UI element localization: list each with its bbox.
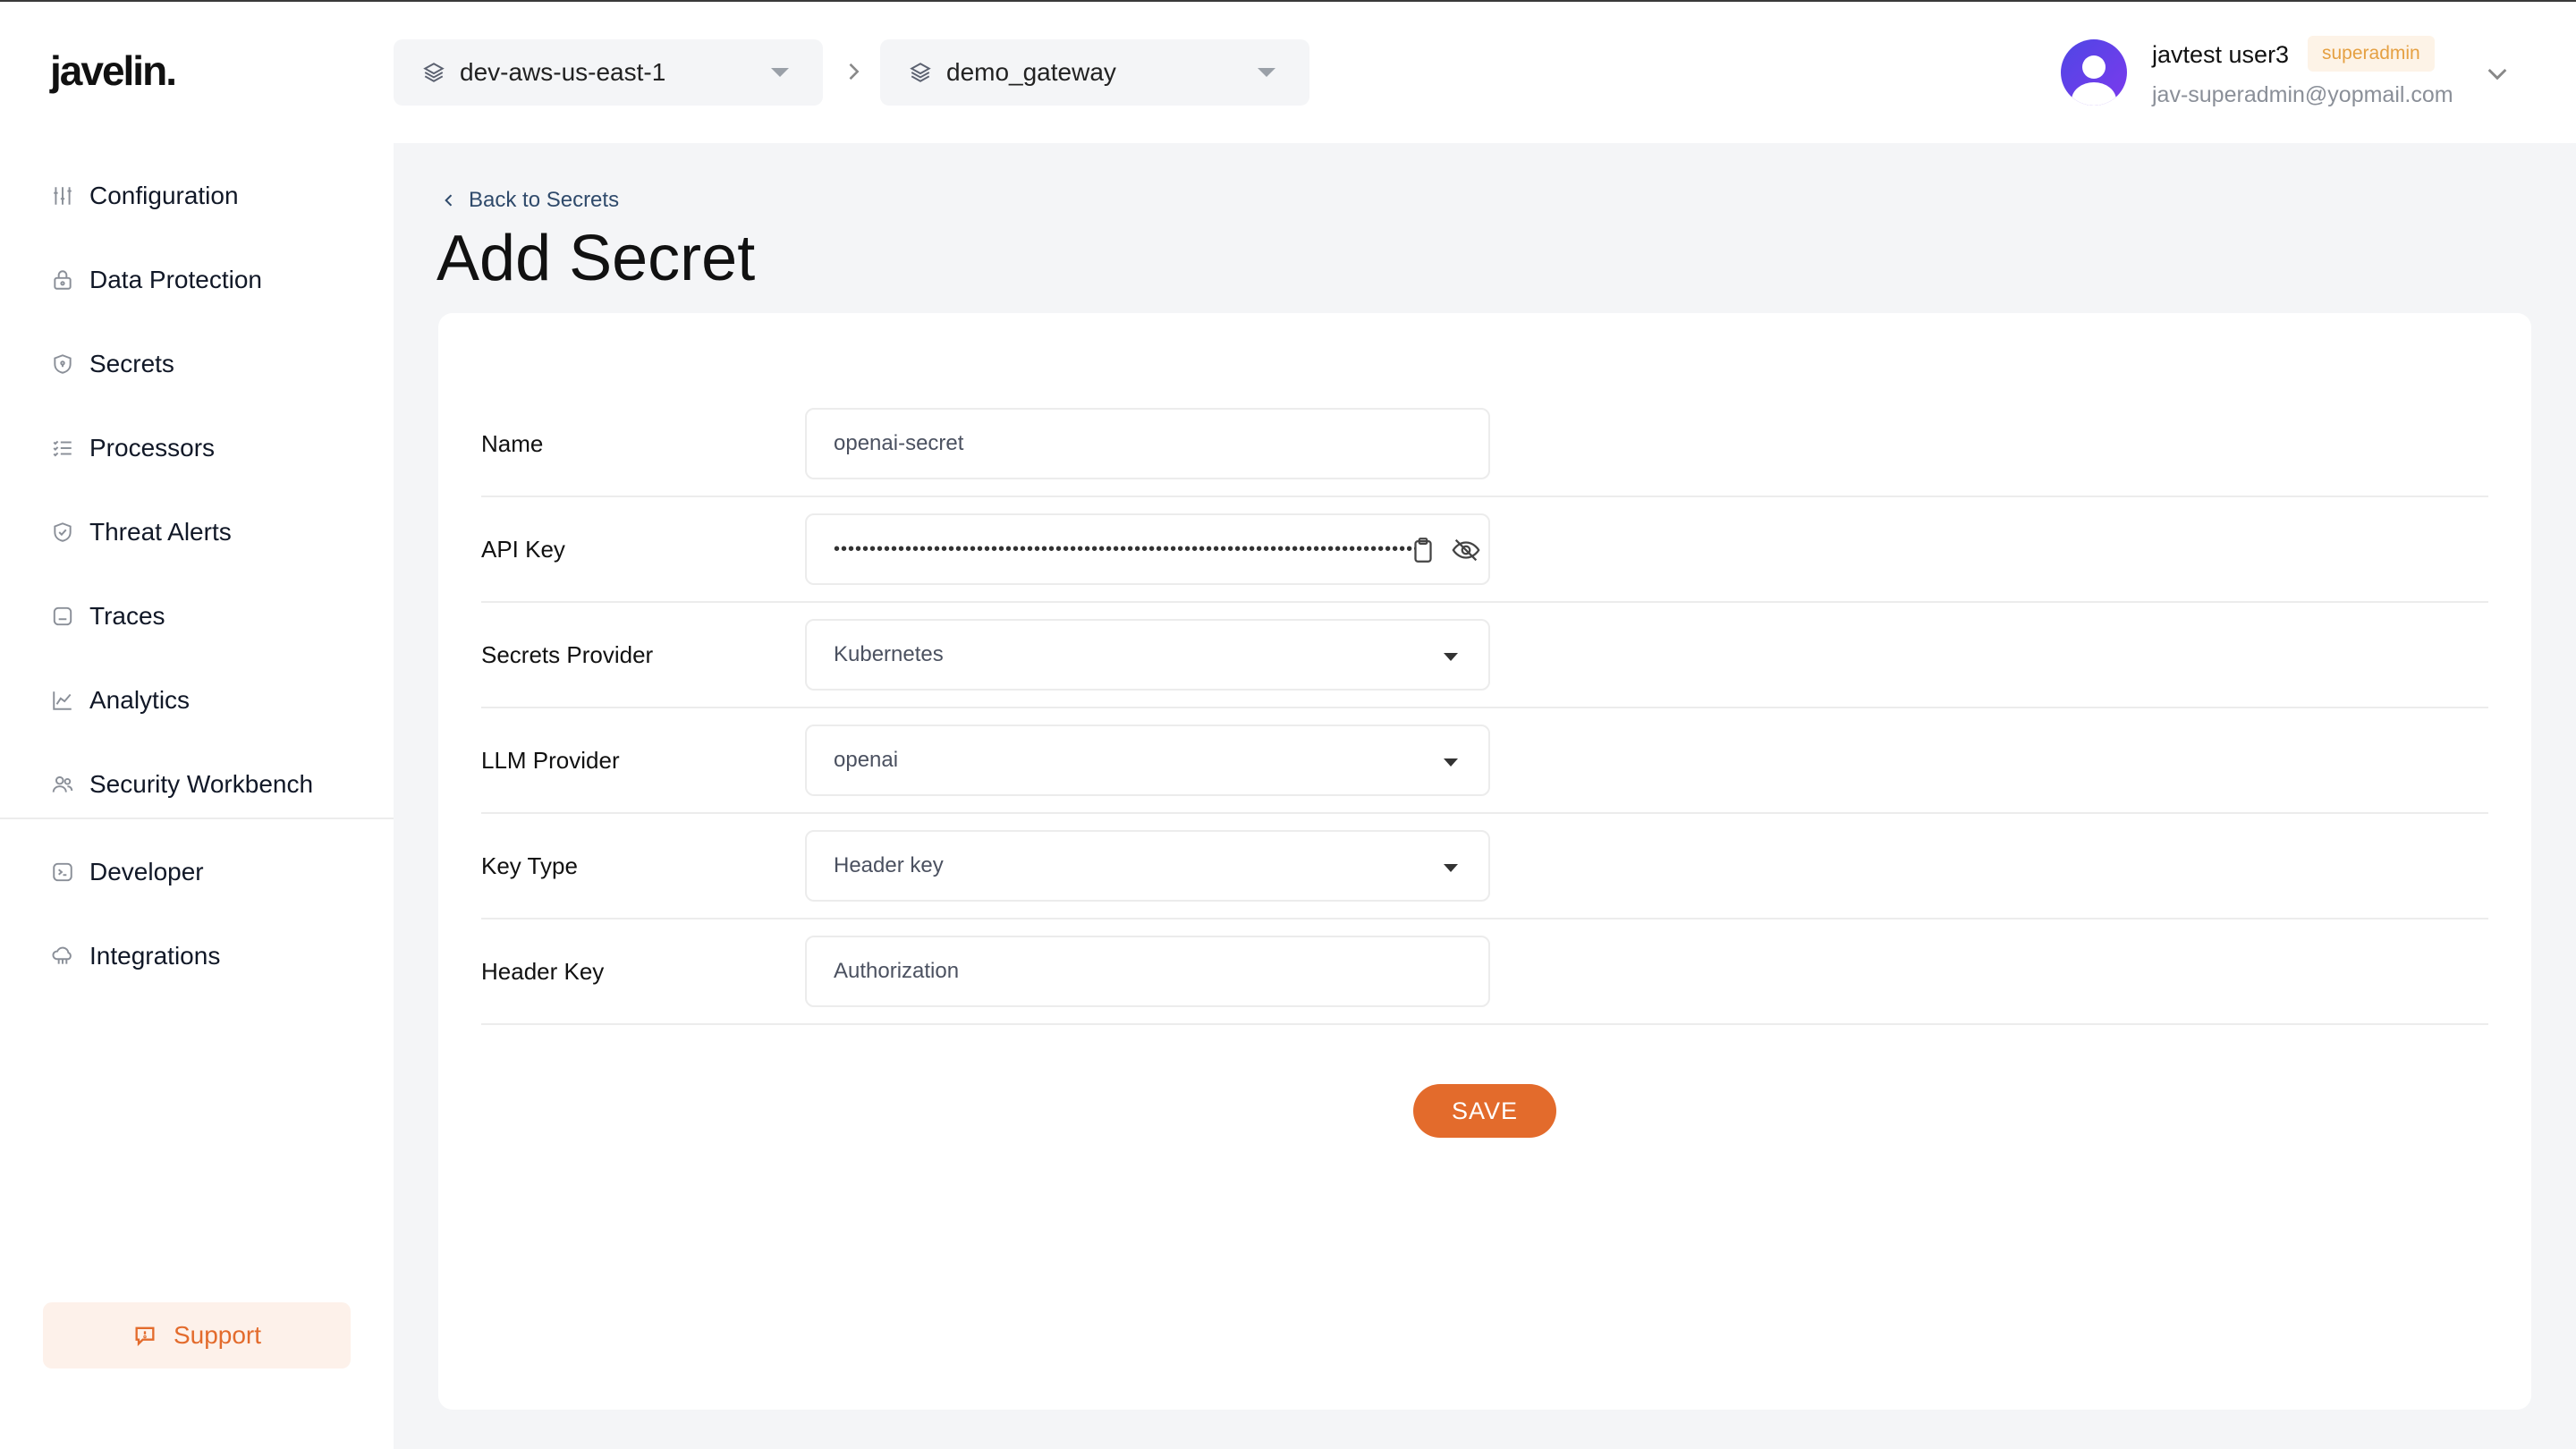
chevron-right-icon <box>841 59 866 84</box>
form-row-secrets-provider: Secrets Provider Kubernetes <box>481 603 2488 708</box>
form-row-api-key: API Key ••••••••••••••••••••••••••••••••… <box>481 497 2488 603</box>
sidebar-item-label: Security Workbench <box>89 770 314 798</box>
caret-down-icon <box>1444 864 1458 872</box>
secrets-provider-select[interactable]: Kubernetes <box>805 619 1490 691</box>
sidebar-item-secrets[interactable]: Secrets <box>0 322 394 406</box>
name-label: Name <box>481 429 544 457</box>
header-key-label: Header Key <box>481 957 605 985</box>
gateway-name: demo_gateway <box>946 58 1116 86</box>
sidebar-item-threat-alerts[interactable]: Threat Alerts <box>0 490 394 574</box>
form-row-name: Name openai-secret <box>481 392 2488 497</box>
chevron-down-icon[interactable] <box>2483 59 2512 88</box>
layers-icon <box>910 63 931 82</box>
lock-icon <box>50 267 75 292</box>
sidebar-item-traces[interactable]: Traces <box>0 574 394 658</box>
users-icon <box>50 772 75 797</box>
save-button[interactable]: SAVE <box>1413 1084 1556 1138</box>
support-chat-icon <box>135 1326 155 1347</box>
square-icon <box>50 604 75 629</box>
eye-off-icon[interactable] <box>1451 535 1481 565</box>
sidebar-nav-secondary: Developer Integrations <box>0 830 394 998</box>
name-value: openai-secret <box>834 431 964 455</box>
sidebar-divider <box>0 818 394 819</box>
form-row-key-type: Key Type Header key <box>481 814 2488 919</box>
shield-icon <box>50 352 75 377</box>
sidebar-item-label: Traces <box>89 602 165 630</box>
user-email: jav-superadmin@yopmail.com <box>2152 82 2453 107</box>
layers-icon <box>423 63 445 82</box>
key-type-select[interactable]: Header key <box>805 830 1490 902</box>
main-content: Back to Secrets Add Secret Name openai-s… <box>394 143 2576 1449</box>
sidebar-item-integrations[interactable]: Integrations <box>0 914 394 998</box>
sidebar-item-label: Threat Alerts <box>89 518 232 546</box>
api-key-label: API Key <box>481 535 565 563</box>
list-check-icon <box>50 436 75 461</box>
sidebar: javelin. Configuration Data Protection S… <box>0 2 394 1449</box>
llm-provider-select[interactable]: openai <box>805 724 1490 796</box>
form-row-header-key: Header Key Authorization <box>481 919 2488 1025</box>
sidebar-item-label: Analytics <box>89 686 191 714</box>
key-type-label: Key Type <box>481 852 578 879</box>
form-row-llm-provider: LLM Provider openai <box>481 708 2488 814</box>
cloud-icon <box>50 944 75 969</box>
key-type-value: Header key <box>834 853 944 877</box>
sidebar-item-label: Processors <box>89 434 216 462</box>
sidebar-item-developer[interactable]: Developer <box>0 830 394 914</box>
user-name: javtest user3 <box>2152 41 2290 68</box>
header-key-input[interactable]: Authorization <box>805 936 1490 1007</box>
line-chart-icon <box>50 688 75 713</box>
shield-check-icon <box>50 520 75 545</box>
support-button[interactable]: Support <box>43 1302 351 1368</box>
back-link-label: Back to Secrets <box>469 188 620 212</box>
app-logo[interactable]: javelin. <box>50 47 177 95</box>
user-menu[interactable]: javtest user3 superadmin jav-superadmin@… <box>2061 36 2544 116</box>
name-input[interactable]: openai-secret <box>805 408 1490 479</box>
environment-name: dev-aws-us-east-1 <box>460 58 666 86</box>
sidebar-item-analytics[interactable]: Analytics <box>0 658 394 742</box>
terminal-icon <box>50 860 75 885</box>
caret-down-icon <box>771 68 789 77</box>
gateway-select[interactable]: demo_gateway <box>880 39 1309 106</box>
sidebar-item-label: Developer <box>89 858 204 886</box>
secrets-provider-label: Secrets Provider <box>481 640 654 668</box>
sidebar-item-label: Configuration <box>89 182 239 209</box>
llm-provider-label: LLM Provider <box>481 746 620 774</box>
sidebar-nav: Configuration Data Protection Secrets Pr… <box>0 154 394 826</box>
back-to-secrets-link[interactable]: Back to Secrets <box>440 188 619 213</box>
header-key-value: Authorization <box>834 959 960 983</box>
role-badge: superadmin <box>2308 36 2435 72</box>
chevron-left-icon <box>445 194 453 207</box>
sidebar-item-security-workbench[interactable]: Security Workbench <box>0 742 394 826</box>
caret-down-icon <box>1444 758 1458 767</box>
clipboard-icon[interactable] <box>1408 535 1438 565</box>
api-key-masked-value: ••••••••••••••••••••••••••••••••••••••••… <box>834 538 1415 559</box>
support-label: Support <box>173 1321 262 1349</box>
sidebar-item-label: Secrets <box>89 350 174 377</box>
api-key-input[interactable]: ••••••••••••••••••••••••••••••••••••••••… <box>805 513 1490 585</box>
sidebar-item-configuration[interactable]: Configuration <box>0 154 394 238</box>
environment-select[interactable]: dev-aws-us-east-1 <box>394 39 823 106</box>
sidebar-item-data-protection[interactable]: Data Protection <box>0 238 394 322</box>
sidebar-item-label: Data Protection <box>89 266 262 293</box>
add-secret-form: Name openai-secret API Key •••••••••••••… <box>438 313 2531 1410</box>
caret-down-icon <box>1444 653 1458 661</box>
caret-down-icon <box>1258 68 1275 77</box>
llm-provider-value: openai <box>834 748 899 772</box>
secrets-provider-value: Kubernetes <box>834 642 944 666</box>
sliders-icon <box>50 183 75 208</box>
avatar <box>2061 39 2127 106</box>
page-title: Add Secret <box>436 223 756 294</box>
sidebar-item-processors[interactable]: Processors <box>0 406 394 490</box>
sidebar-item-label: Integrations <box>89 942 221 970</box>
